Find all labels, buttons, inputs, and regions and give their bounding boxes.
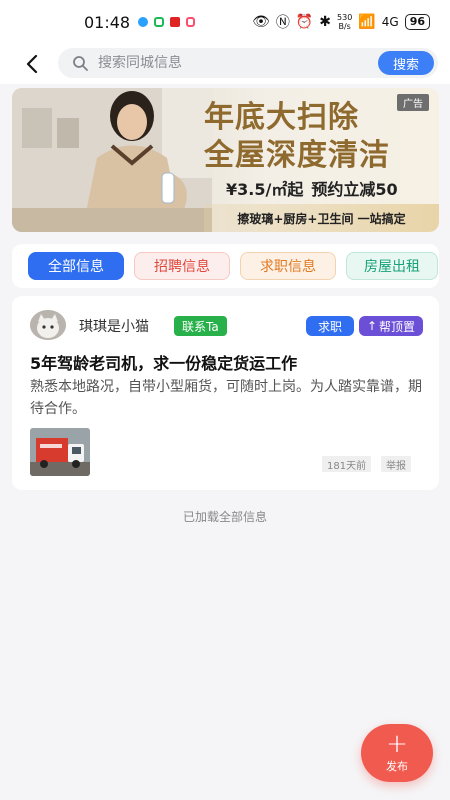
bluetooth-icon: ✱: [319, 14, 332, 30]
report-button[interactable]: 举报: [381, 456, 411, 472]
post-type-badge: 求职: [306, 316, 354, 336]
avatar[interactable]: [30, 310, 66, 340]
banner-title-line2: 全屋深度清洁: [204, 138, 390, 173]
post-username[interactable]: 琪琪是小猫: [79, 316, 149, 336]
search-bar[interactable]: 搜索: [58, 48, 438, 78]
banner-subtitle: 擦玻璃+厨房+卫生间 一站搞定: [204, 204, 439, 232]
ad-banner[interactable]: 广告 年底大扫除 全屋深度清洁 ¥3.5/㎡起 预约立减50 擦玻璃+厨房+卫生间…: [12, 88, 439, 232]
end-of-list-note: 已加载全部信息: [182, 510, 267, 524]
status-indicators: 👁 Ⓝ ⏰ ✱ 530 B/s 📶 4G 96: [252, 12, 430, 32]
nfc-icon: Ⓝ: [275, 15, 290, 31]
tab-all[interactable]: 全部信息: [28, 252, 124, 280]
post-image-thumbnail[interactable]: [30, 428, 90, 476]
alarm-icon: ⏰: [295, 14, 314, 30]
pin-post-button[interactable]: ↑ 帮顶置: [359, 316, 423, 336]
ad-tag: 广告: [397, 94, 429, 111]
banner-price: ¥3.5/㎡起: [226, 180, 304, 199]
network-type: 4G: [381, 15, 399, 29]
banner-promo: 预约立减50: [311, 180, 398, 199]
post-time: 181天前: [322, 456, 372, 472]
back-button[interactable]: [18, 50, 46, 78]
contact-button[interactable]: 联系Ta: [174, 316, 227, 336]
post-card[interactable]: 琪琪是小猫 联系Ta 求职 ↑ 帮顶置 5年驾龄老司机，求一份稳定货运工作 熟悉…: [12, 296, 439, 490]
shield-notification-icon: [154, 17, 165, 27]
post-title: 5年驾龄老司机，求一份稳定货运工作: [30, 354, 298, 373]
notification-icons: [138, 17, 196, 27]
search-button[interactable]: 搜索: [378, 51, 434, 75]
banner-price-line: ¥3.5/㎡起 预约立减50: [226, 176, 398, 200]
status-time: 01:48: [84, 12, 131, 32]
van-image: [30, 428, 90, 476]
search-icon: [72, 54, 90, 72]
publish-button[interactable]: + 发布: [361, 724, 433, 782]
video-notification-icon: [186, 17, 196, 27]
chevron-left-icon: [26, 54, 38, 74]
tab-recruitment[interactable]: 招聘信息: [134, 252, 230, 280]
status-bar: 01:48 👁 Ⓝ ⏰ ✱ 530 B/s 📶 4G 96: [0, 0, 450, 44]
header: 搜索: [0, 44, 450, 84]
arrow-up-icon: ↑: [366, 319, 378, 333]
battery-indicator: 96: [404, 14, 430, 30]
search-input[interactable]: [98, 55, 368, 71]
cleaning-worker-image: [12, 88, 212, 232]
network-speed: 530 B/s: [337, 13, 353, 31]
app-notification-icon: [138, 17, 149, 27]
pin-post-label: 帮顶置: [379, 319, 416, 334]
publish-label: 发布: [386, 760, 408, 773]
cat-avatar-image: [30, 310, 66, 340]
news-notification-icon: [170, 17, 181, 27]
plus-icon: +: [386, 729, 408, 759]
tab-job-seeking[interactable]: 求职信息: [240, 252, 336, 280]
category-tabs: 全部信息 招聘信息 求职信息 房屋出租: [12, 244, 439, 288]
eye-icon: 👁: [252, 14, 270, 30]
post-body: 熟悉本地路况，自带小型厢货，可随时上岗。为人踏实靠谱，期待合作。: [30, 379, 422, 417]
wifi-icon: 📶: [358, 14, 376, 30]
tab-house-rental[interactable]: 房屋出租: [346, 252, 438, 280]
